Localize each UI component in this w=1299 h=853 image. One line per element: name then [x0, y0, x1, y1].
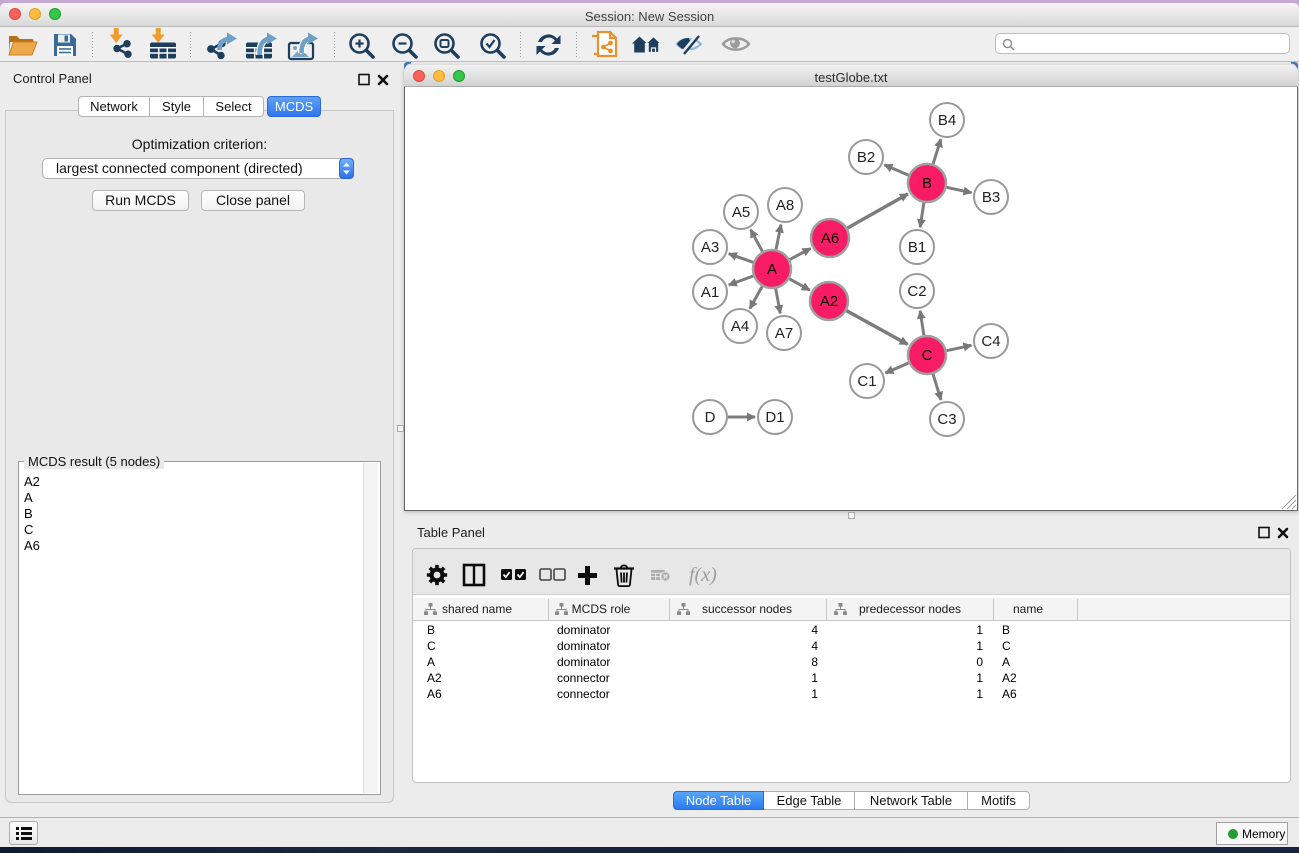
svg-text:C4: C4 [981, 333, 1000, 350]
svg-text:A: A [767, 261, 777, 278]
svg-text:C2: C2 [907, 283, 926, 300]
svg-text:B3: B3 [982, 189, 1000, 206]
svg-text:B2: B2 [857, 149, 875, 166]
svg-text:shared name: shared name [442, 602, 512, 616]
svg-text:A6: A6 [821, 230, 839, 247]
svg-text:B: B [922, 175, 932, 192]
svg-text:A5: A5 [732, 204, 750, 221]
svg-text:A4: A4 [731, 318, 749, 335]
svg-text:A8: A8 [776, 197, 794, 214]
svg-text:D1: D1 [765, 409, 784, 426]
svg-text:successor nodes: successor nodes [702, 602, 792, 616]
svg-text:A7: A7 [775, 325, 793, 342]
svg-text:f(x): f(x) [689, 564, 717, 586]
svg-text:A1: A1 [701, 284, 719, 301]
svg-text:C3: C3 [937, 411, 956, 428]
svg-text:MCDS role: MCDS role [572, 602, 631, 616]
svg-text:A3: A3 [701, 239, 719, 256]
svg-text:B1: B1 [908, 239, 926, 256]
svg-text:D: D [705, 409, 716, 426]
svg-text:A2: A2 [820, 293, 838, 310]
svg-text:B4: B4 [938, 112, 956, 129]
svg-text:C: C [922, 347, 933, 364]
svg-text:name: name [1013, 602, 1043, 616]
svg-text:predecessor nodes: predecessor nodes [859, 602, 961, 616]
svg-text:C1: C1 [857, 373, 876, 390]
